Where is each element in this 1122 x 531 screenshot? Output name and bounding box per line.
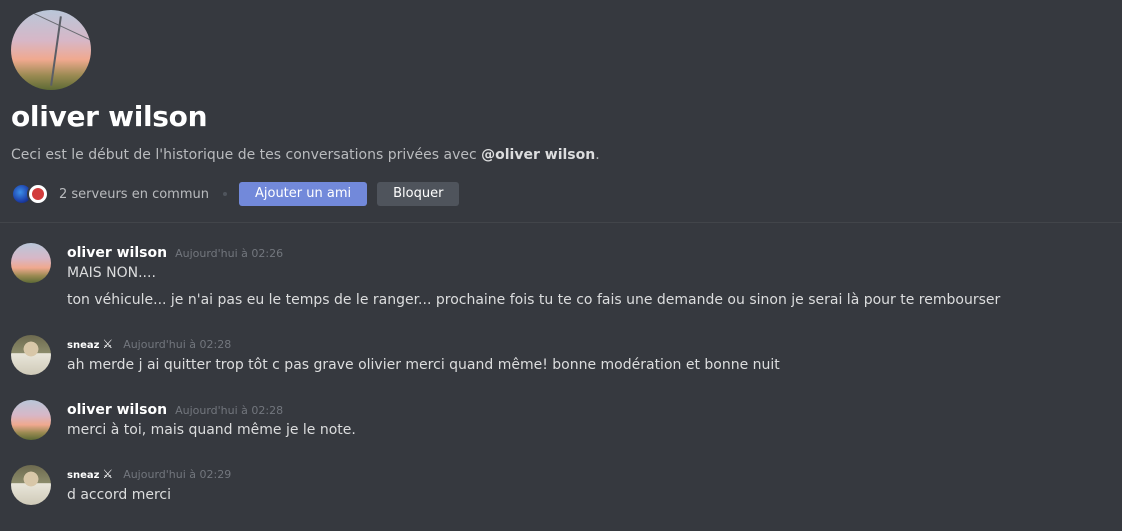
message-author[interactable]: sneaz [67, 470, 99, 481]
divider [0, 222, 1122, 223]
message-author[interactable]: oliver wilson [67, 245, 167, 261]
block-button[interactable]: Bloquer [377, 182, 460, 206]
message-text: d accord merci [67, 487, 172, 503]
avatar[interactable] [11, 465, 51, 505]
message-author[interactable]: oliver wilson [67, 402, 167, 418]
message-author[interactable]: sneaz [67, 340, 99, 351]
message-timestamp: Aujourd'hui à 02:29 [123, 468, 232, 481]
avatar[interactable] [11, 243, 51, 283]
intro-suffix: . [595, 147, 600, 163]
intro-prefix: Ceci est le début de l'historique de tes… [11, 147, 482, 163]
message-text: ton véhicule... je n'ai pas eu le temps … [67, 292, 1001, 308]
sword-icon: ⚔ [102, 337, 114, 351]
dm-title: oliver wilson [11, 100, 208, 133]
message-timestamp: Aujourd'hui à 02:28 [123, 338, 232, 351]
message-timestamp: Aujourd'hui à 02:26 [175, 247, 284, 260]
message-text: merci à toi, mais quand même je le note. [67, 422, 356, 438]
message-text: ah merde j ai quitter trop tôt c pas gra… [67, 357, 780, 373]
sword-icon: ⚔ [102, 467, 114, 481]
separator-dot [222, 192, 227, 196]
profile-avatar[interactable] [11, 10, 91, 90]
user-mention[interactable]: @oliver wilson [481, 147, 595, 163]
avatar[interactable] [11, 400, 51, 440]
mutual-servers-link[interactable]: 2 serveurs en commun [59, 187, 209, 202]
message-text: MAIS NON.... [67, 265, 156, 281]
message-timestamp: Aujourd'hui à 02:28 [175, 404, 284, 417]
server-icon[interactable] [27, 183, 49, 205]
dm-meta-row: 2 serveurs en commun Ajouter un ami Bloq… [11, 182, 460, 206]
dm-intro-text: Ceci est le début de l'historique de tes… [11, 147, 600, 163]
add-friend-button[interactable]: Ajouter un ami [238, 182, 368, 206]
avatar[interactable] [11, 335, 51, 375]
dm-channel: oliver wilson Ceci est le début de l'his… [0, 0, 1122, 531]
